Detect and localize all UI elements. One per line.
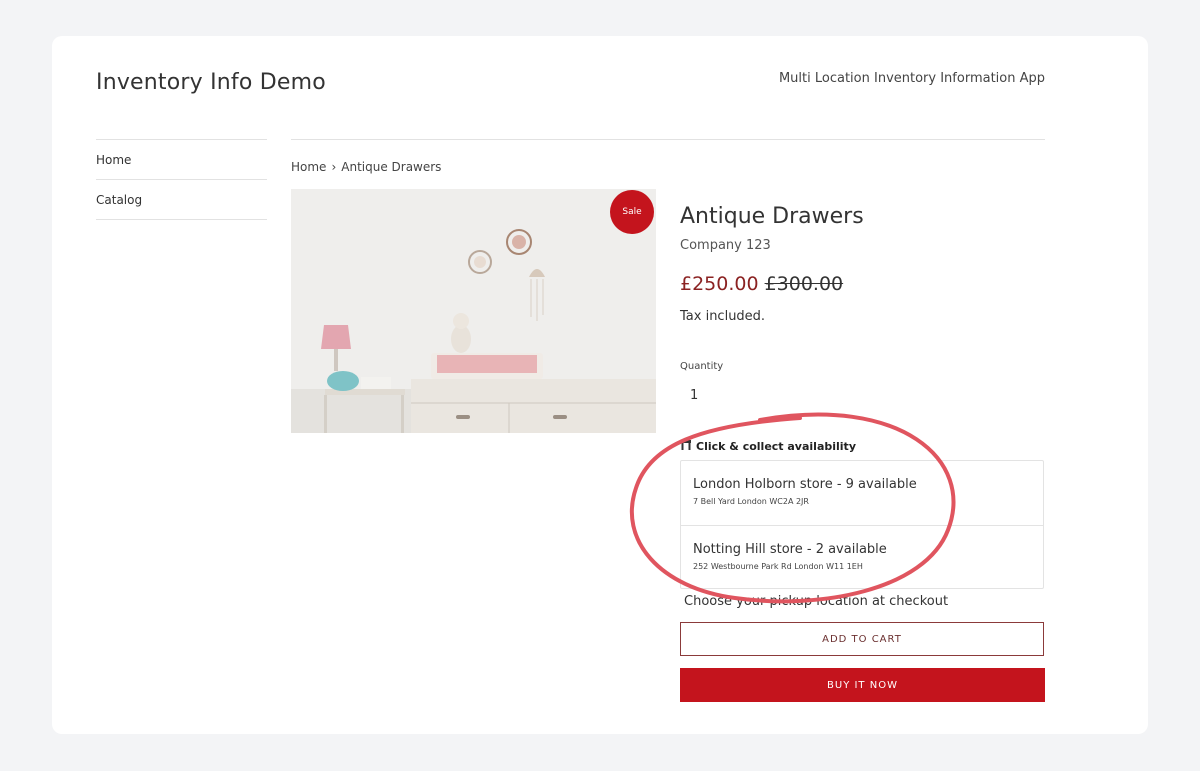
breadcrumb-separator: ›	[331, 160, 337, 174]
click-collect-heading: Click & collect availability	[680, 439, 856, 454]
click-collect-heading-text: Click & collect availability	[696, 440, 856, 453]
quantity-input[interactable]: 1	[690, 388, 698, 403]
sidebar-nav: Home Catalog	[96, 139, 267, 220]
store-availability-list: London Holborn store - 9 available 7 Bel…	[680, 460, 1044, 589]
store-item-notting-hill[interactable]: Notting Hill store - 2 available 252 Wes…	[681, 525, 1043, 589]
breadcrumb-home-link[interactable]: Home	[291, 160, 326, 174]
compare-at-price: £300.00	[764, 273, 844, 295]
breadcrumb: Home › Antique Drawers	[291, 160, 441, 174]
sidebar-item-home[interactable]: Home	[96, 139, 267, 179]
price-row: £250.00 £300.00	[680, 273, 843, 295]
sale-price: £250.00	[680, 273, 759, 295]
pickup-note: Choose your pickup location at checkout	[684, 594, 949, 609]
add-to-cart-button[interactable]: ADD TO CART	[680, 622, 1044, 656]
product-photo-illustration	[291, 189, 656, 433]
breadcrumb-current: Antique Drawers	[341, 160, 442, 174]
tax-note: Tax included.	[680, 309, 766, 324]
store-address: 252 Westbourne Park Rd London W11 1EH	[693, 562, 863, 571]
store-address: 7 Bell Yard London WC2A 2JR	[693, 497, 809, 506]
quantity-label: Quantity	[680, 361, 724, 372]
product-image[interactable]	[291, 189, 656, 433]
store-item-holborn[interactable]: London Holborn store - 9 available 7 Bel…	[681, 461, 1043, 525]
store-name: Notting Hill store - 2 available	[693, 542, 887, 557]
store-name: London Holborn store - 9 available	[693, 477, 917, 492]
header-tagline: Multi Location Inventory Information App	[778, 71, 1045, 86]
sale-badge: Sale	[610, 190, 654, 234]
buy-now-button[interactable]: BUY IT NOW	[680, 668, 1045, 702]
sidebar-item-catalog[interactable]: Catalog	[96, 179, 267, 220]
product-title: Antique Drawers	[680, 204, 864, 229]
content-divider	[291, 139, 1045, 140]
site-title[interactable]: Inventory Info Demo	[96, 70, 326, 95]
product-vendor: Company 123	[680, 238, 771, 253]
store-icon	[680, 439, 692, 454]
